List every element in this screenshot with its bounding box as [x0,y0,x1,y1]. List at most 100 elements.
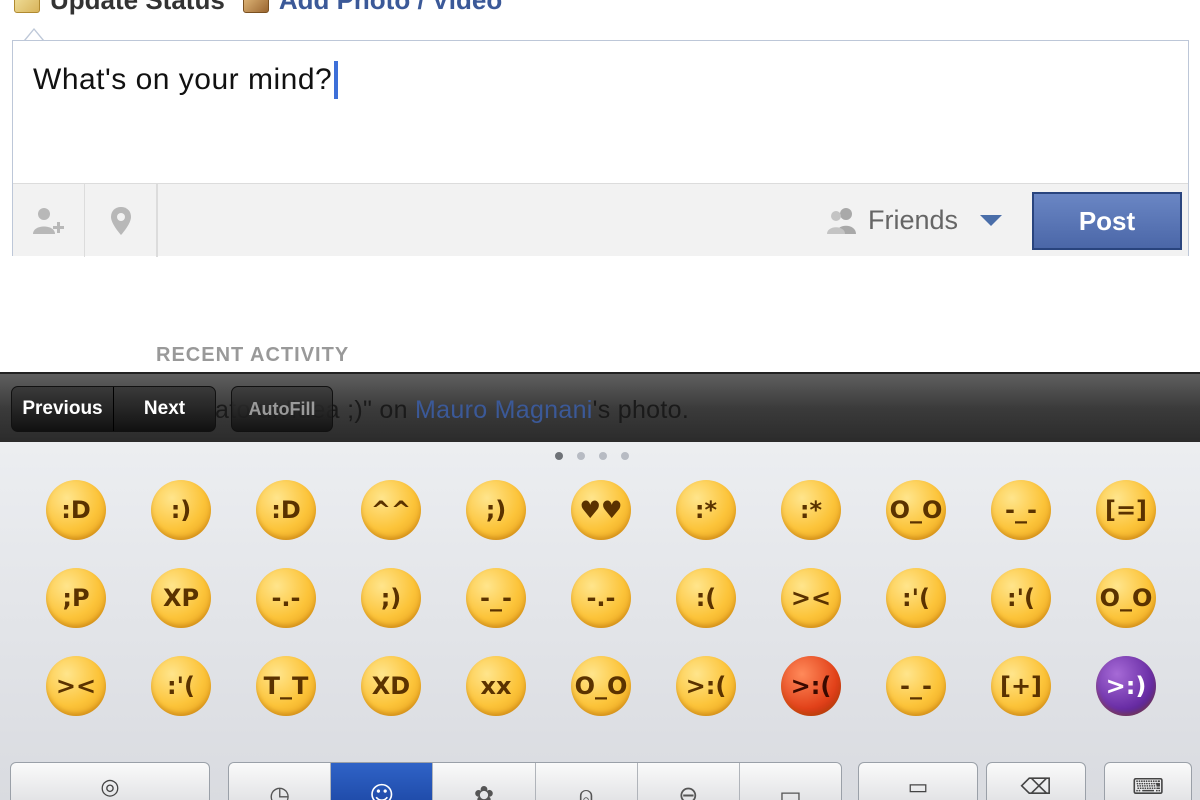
tab-update-status[interactable]: Update Status [14,0,225,16]
emoji-key[interactable]: [=] [1096,480,1156,540]
emoji-face: :* [694,496,718,524]
flower-icon: ✿ [473,781,494,800]
chevron-down-icon [980,215,1002,226]
emoji-key[interactable]: O_O [571,656,631,716]
add-location-button[interactable] [85,184,157,257]
emoji-key[interactable]: XP [151,568,211,628]
emoji-face: XP [162,584,200,612]
emoji-face: O_O [574,672,628,700]
emoji-key[interactable]: T_T [256,656,316,716]
form-navigation: Previous Next [11,386,216,432]
emoji-key[interactable]: -_- [991,480,1051,540]
car-icon: ⊖ [678,781,699,800]
pencil-icon [14,0,40,13]
page-dot[interactable] [599,452,607,460]
recent-activity-heading: RECENT ACTIVITY [156,344,350,366]
emoji-face: :'( [1007,584,1035,612]
category-flower-tab[interactable]: ✿ [432,763,535,800]
emoji-key[interactable]: :D [46,480,106,540]
bell-icon: ⍝ [578,781,594,800]
autofill-button[interactable]: AutoFill [231,386,333,432]
emoji-key[interactable]: O_O [886,480,946,540]
emoji-key[interactable]: >:( [676,656,736,716]
emoji-key[interactable]: :* [781,480,841,540]
emoji-key[interactable]: :) [151,480,211,540]
emoji-face: -_- [480,584,512,612]
category-car-tab[interactable]: ⊖ [636,763,739,800]
emoji-face: ♥♥ [579,496,623,524]
page-dot[interactable] [555,452,563,460]
emoji-face: [=] [1104,496,1148,524]
page-dot[interactable] [621,452,629,460]
next-button[interactable]: Next [113,387,215,431]
emoji-face: O_O [889,496,943,524]
feed-activity-suffix: 's photo. [592,396,690,424]
emoji-key[interactable]: :'( [151,656,211,716]
globe-icon: ◎ [100,774,120,800]
emoji-face: :'( [167,672,195,700]
emoji-key[interactable]: -_- [466,568,526,628]
previous-button[interactable]: Previous [12,387,113,431]
emoji-key[interactable]: :* [676,480,736,540]
category-symbols-tab[interactable]: ▭ [738,763,841,800]
tag-friends-button[interactable] [13,184,85,257]
tab-add-photo-label: Add Photo / Video [279,0,502,16]
emoji-face: :'( [902,584,930,612]
emoji-face: -.- [271,584,301,612]
emoji-face: T_T [263,672,309,700]
emoji-key[interactable]: >< [781,568,841,628]
tab-update-status-label: Update Status [50,0,225,16]
audience-label: Friends [867,205,958,235]
composer-toolbar: Friends Post [13,183,1188,257]
emoji-face: ;) [485,496,507,524]
status-input[interactable]: What's on your mind? [33,61,339,99]
delete-key[interactable]: ⌫ [986,762,1086,800]
emoji-key[interactable]: O_O [1096,568,1156,628]
emoji-key[interactable]: >< [46,656,106,716]
emoji-key[interactable]: ;P [46,568,106,628]
page-dot[interactable] [577,452,585,460]
emoji-key[interactable]: ♥♥ [571,480,631,540]
emoji-face: -_- [1005,496,1037,524]
emoji-key[interactable]: XD [361,656,421,716]
category-recent-tab[interactable]: ◷ [229,763,331,800]
post-button[interactable]: Post [1032,192,1182,250]
emoji-face: :) [170,496,192,524]
text-cursor [334,61,339,99]
emoji-key[interactable]: :D [256,480,316,540]
category-bell-tab[interactable]: ⍝ [534,763,637,800]
audience-selector[interactable]: Friends [826,184,1002,257]
emoji-face: ^^ [370,496,412,524]
smiley-icon: ☺ [369,781,395,800]
emoji-face: -.- [586,584,616,612]
emoji-key[interactable]: :( [676,568,736,628]
hide-keyboard-key[interactable]: ⌨ [1104,762,1192,800]
space-key[interactable]: ▭ [858,762,978,800]
location-pin-icon [110,206,131,235]
emoji-key[interactable]: -_- [886,656,946,716]
emoji-key[interactable]: >:( [781,656,841,716]
emoji-face: -_- [900,672,932,700]
emoji-key[interactable]: ^^ [361,480,421,540]
emoji-face: >< [55,672,97,700]
symbols-icon: ▭ [779,781,802,800]
emoji-key[interactable]: [+] [991,656,1051,716]
status-composer: What's on your mind? Friends Post [12,40,1189,257]
feed-activity-link[interactable]: Mauro Magnani [415,396,593,424]
space-icon: ▭ [907,774,929,800]
tab-add-photo-video[interactable]: Add Photo / Video [242,0,502,16]
globe-key[interactable]: ◎ [10,762,210,800]
emoji-key[interactable]: -.- [571,568,631,628]
emoji-key[interactable]: xx [466,656,526,716]
emoji-face: >:( [790,672,832,700]
emoji-key[interactable]: >:) [1096,656,1156,716]
emoji-key[interactable]: ;) [466,480,526,540]
keyboard-icon: ⌨ [1132,774,1164,800]
emoji-key[interactable]: ;) [361,568,421,628]
toolbar-divider [157,184,158,257]
emoji-key[interactable]: :'( [991,568,1051,628]
emoji-key[interactable]: :'( [886,568,946,628]
emoji-key[interactable]: -.- [256,568,316,628]
status-placeholder: What's on your mind? [33,63,333,96]
category-smiley-tab[interactable]: ☺ [330,763,433,800]
